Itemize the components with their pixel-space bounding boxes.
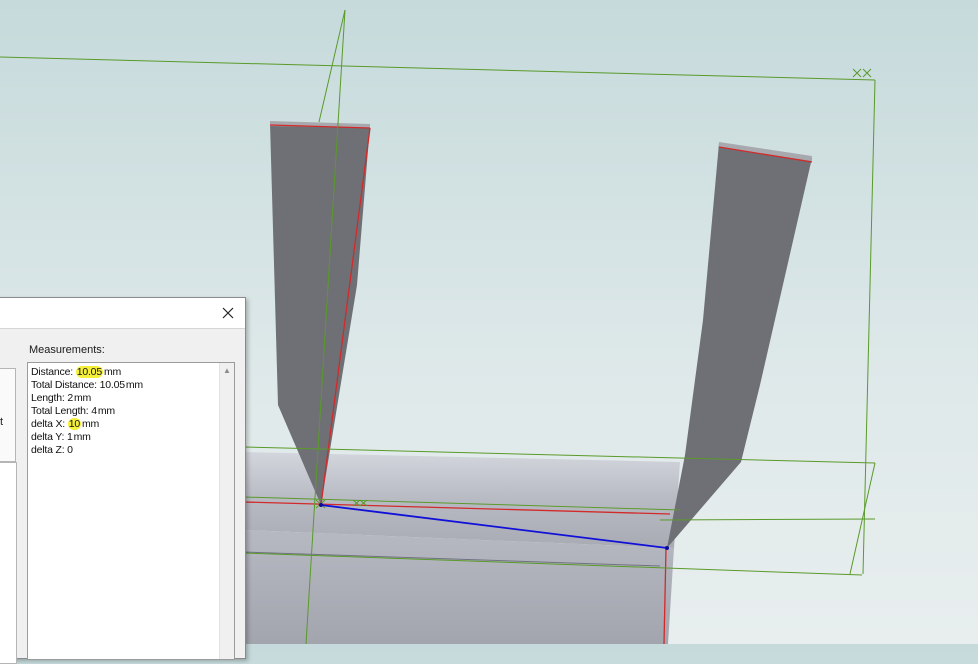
- measurement-value: 10: [67, 418, 82, 430]
- measurement-value: 0: [67, 444, 73, 456]
- right-blade[interactable]: [667, 143, 812, 548]
- scroll-up-icon[interactable]: ▲: [222, 365, 232, 375]
- close-icon[interactable]: [217, 302, 239, 324]
- measurement-line: delta Y: 1mm: [31, 431, 143, 444]
- vertical-scrollbar[interactable]: ▲: [219, 363, 234, 659]
- measurement-line: Total Length: 4mm: [31, 405, 143, 418]
- measurement-unit: mm: [125, 379, 143, 391]
- selection-list-frame: t: [0, 368, 16, 462]
- measure-dialog: t Measurements: Distance: 10.05 mm Total D…: [0, 297, 246, 664]
- measurement-line: Total Distance: 10.05mm: [31, 379, 143, 392]
- measurement-label: Length:: [31, 392, 68, 404]
- measurement-unit: mm: [82, 418, 100, 430]
- measurement-label: Total Distance:: [31, 379, 100, 391]
- measure-point-end[interactable]: [665, 546, 669, 550]
- measurement-unit: mm: [97, 405, 115, 417]
- dialog-titlebar[interactable]: [0, 298, 245, 329]
- measurement-line: delta X: 10 mm: [31, 418, 143, 431]
- measurement-value: 1: [66, 431, 73, 443]
- measure-point-start[interactable]: [319, 503, 323, 507]
- measurement-unit: mm: [74, 392, 92, 404]
- measurements-box[interactable]: Distance: 10.05 mm Total Distance: 10.05mm…: [27, 362, 235, 660]
- measurement-label: delta Z:: [31, 444, 68, 456]
- measurements-label: Measurements:: [29, 344, 105, 356]
- measurement-line: Distance: 10.05 mm: [31, 366, 143, 379]
- selection-list[interactable]: [0, 462, 17, 664]
- measurement-value: 4: [91, 405, 97, 417]
- measurement-label: Total Length:: [31, 405, 92, 417]
- measurement-value: 10.05: [99, 379, 125, 391]
- measurement-label: delta X:: [31, 418, 68, 430]
- measurement-label: delta Y:: [31, 431, 67, 443]
- sketch-point-markers: [315, 68, 872, 509]
- measurement-line: Length: 2mm: [31, 392, 143, 405]
- measurements-list: Distance: 10.05 mm Total Distance: 10.05mm…: [31, 366, 143, 457]
- clipped-button-label[interactable]: t: [0, 416, 3, 428]
- measurement-value: 2: [67, 392, 73, 404]
- measurement-unit: mm: [103, 366, 122, 378]
- measurement-label: Distance:: [31, 366, 76, 378]
- measurement-unit: mm: [73, 431, 91, 443]
- measurement-line: delta Z: 0: [31, 444, 143, 457]
- measurement-value: 10.05: [75, 366, 103, 378]
- base-block-front-face[interactable]: [244, 530, 674, 644]
